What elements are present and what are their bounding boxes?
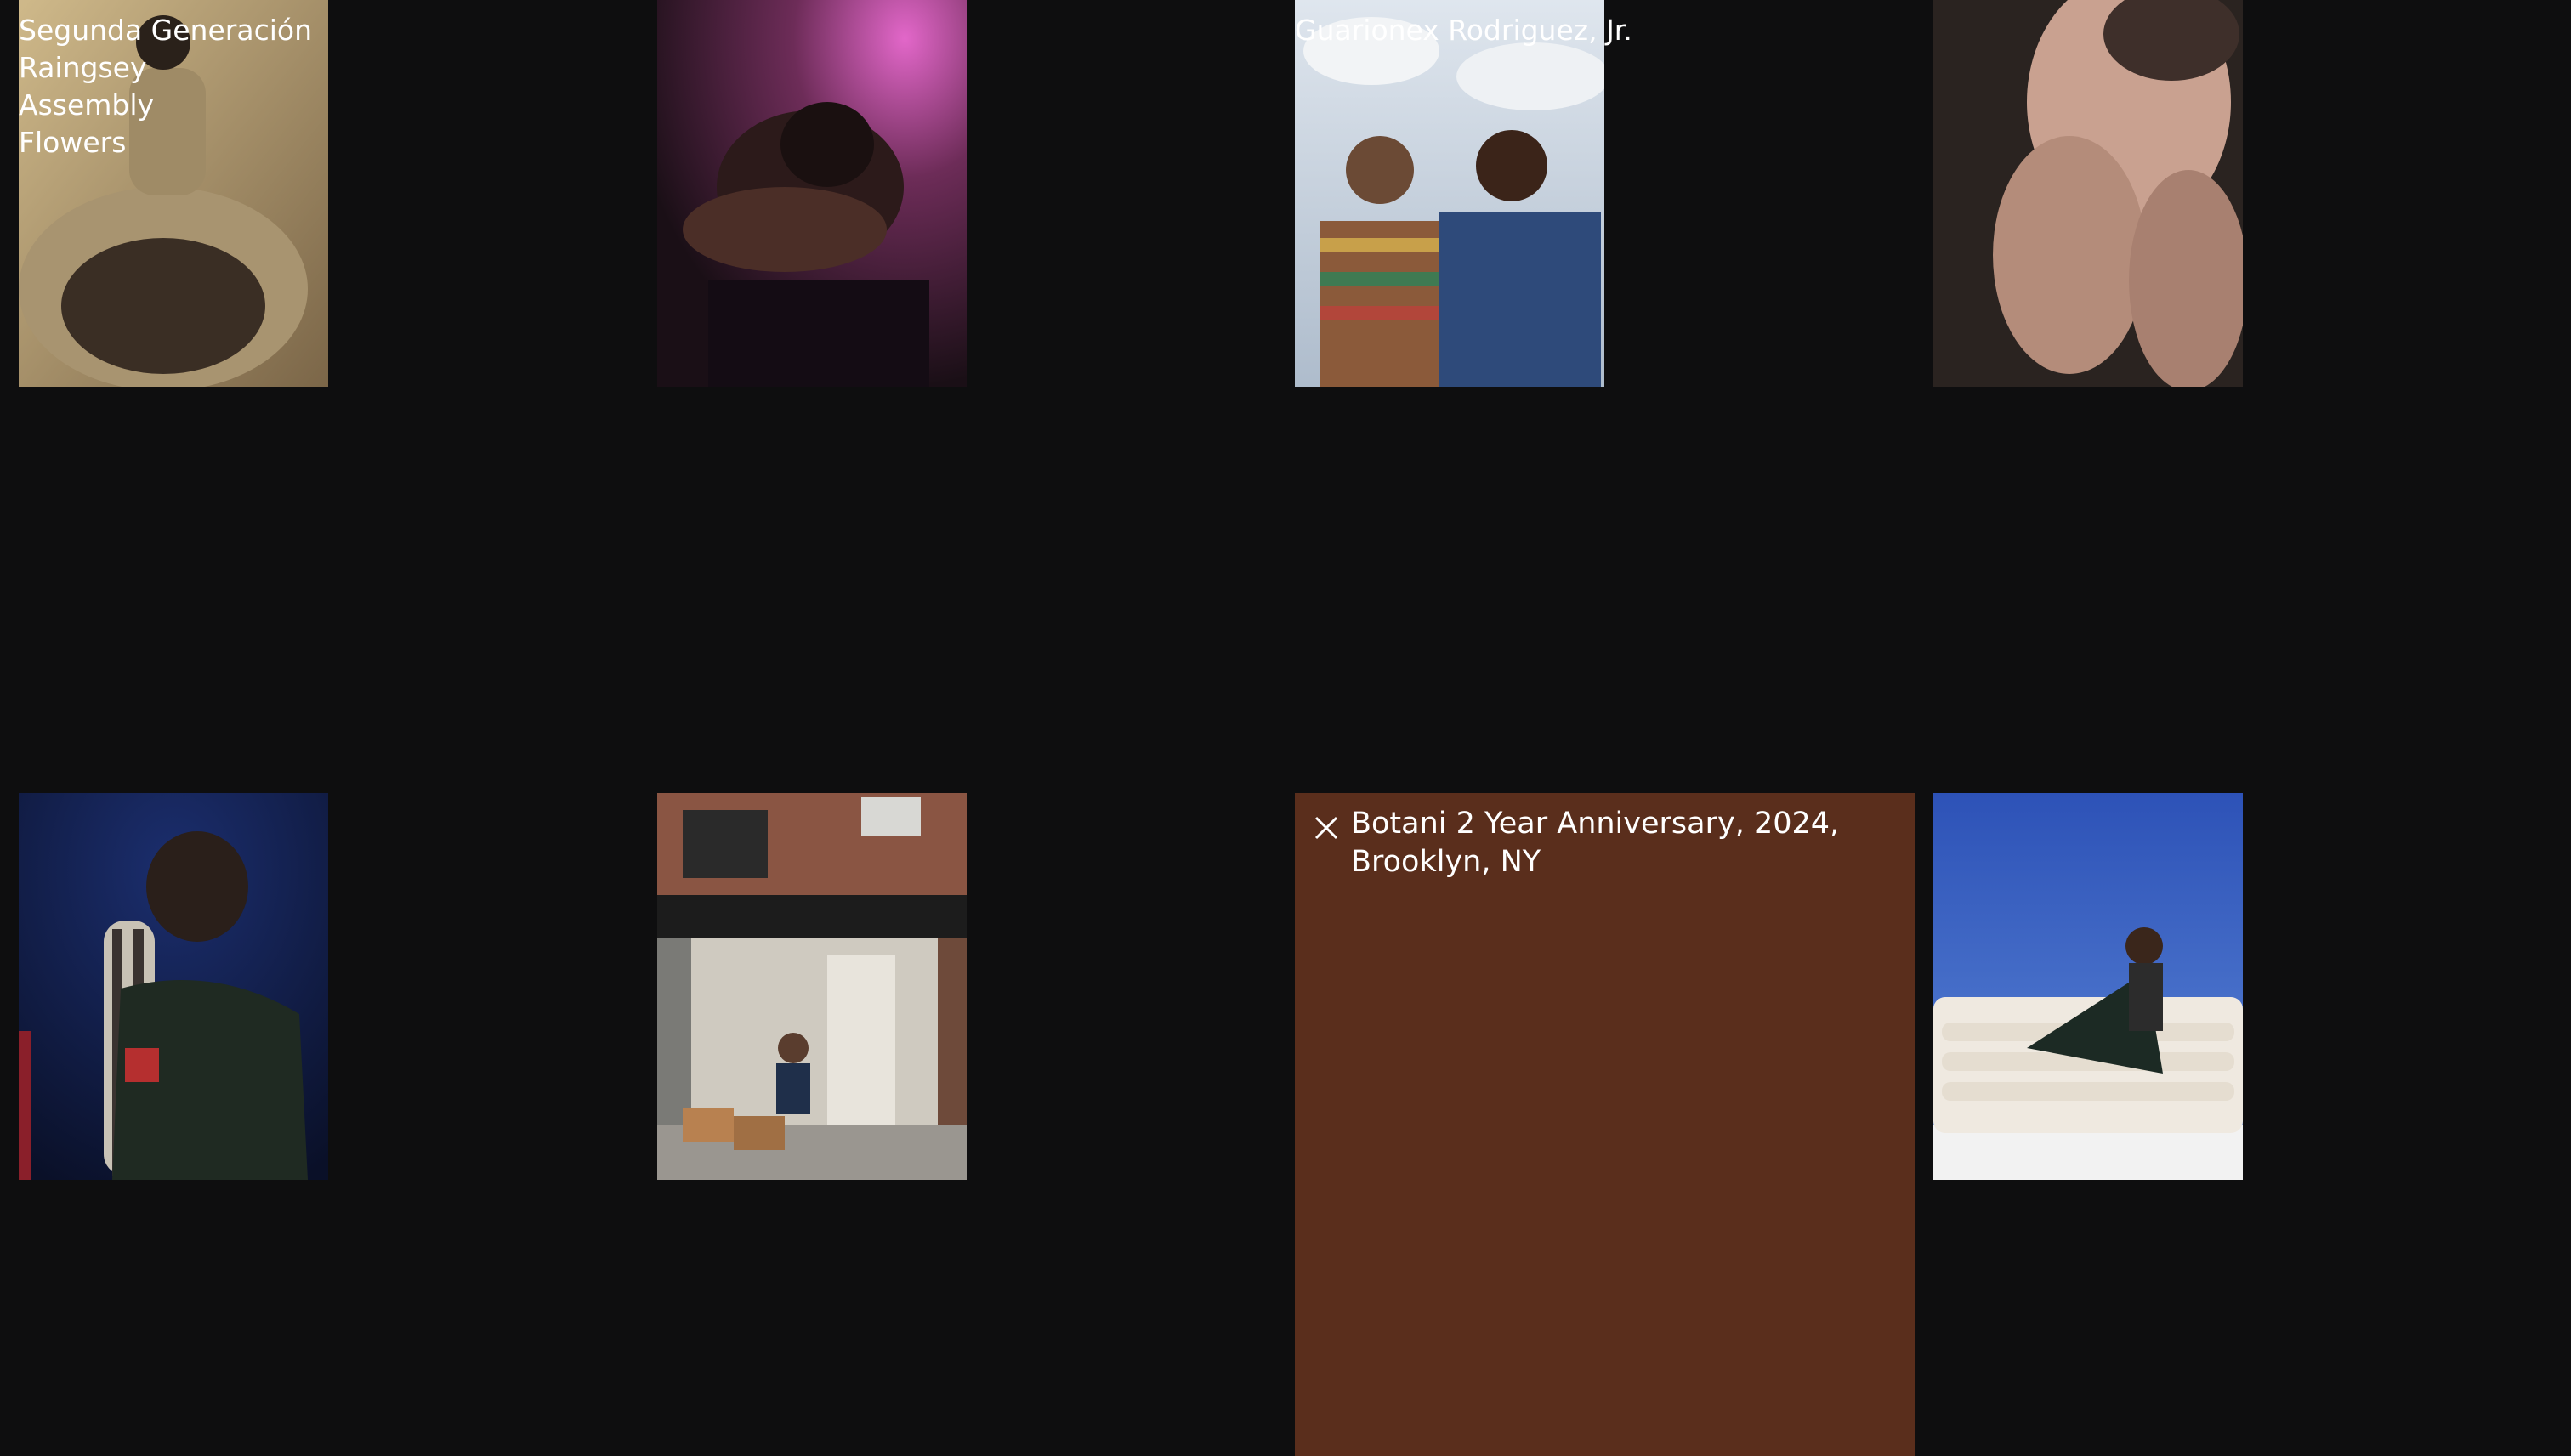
photo-two-men-sky (1295, 0, 1604, 387)
photo-face-profile (1933, 0, 2243, 387)
photo-sofa (1933, 793, 2243, 1180)
gallery-tile-embrace[interactable] (657, 0, 967, 387)
close-icon[interactable] (1312, 813, 1341, 842)
project-title-line: Brooklyn, NY (1351, 845, 1541, 879)
project-title-line: Botani 2 Year Anniversary, 2024, (1351, 807, 1840, 841)
gallery-tile-sofa[interactable] (1933, 793, 2243, 1180)
gallery-tile-dress-portrait[interactable] (19, 0, 328, 387)
photo-dress-portrait (19, 0, 328, 387)
project-detail-panel: Botani 2 Year Anniversary, 2024, Brookly… (1295, 793, 1915, 1456)
gallery-tile-face-profile[interactable] (1933, 0, 2243, 387)
gallery-tile-braids[interactable] (19, 793, 328, 1180)
photo-embrace (657, 0, 967, 387)
photo-braids (19, 793, 328, 1180)
gallery-tile-two-men-sky[interactable] (1295, 0, 1604, 387)
photo-storefront (657, 793, 967, 1180)
project-title: Botani 2 Year Anniversary, 2024, Brookly… (1351, 805, 1861, 881)
gallery-tile-storefront[interactable] (657, 793, 967, 1180)
